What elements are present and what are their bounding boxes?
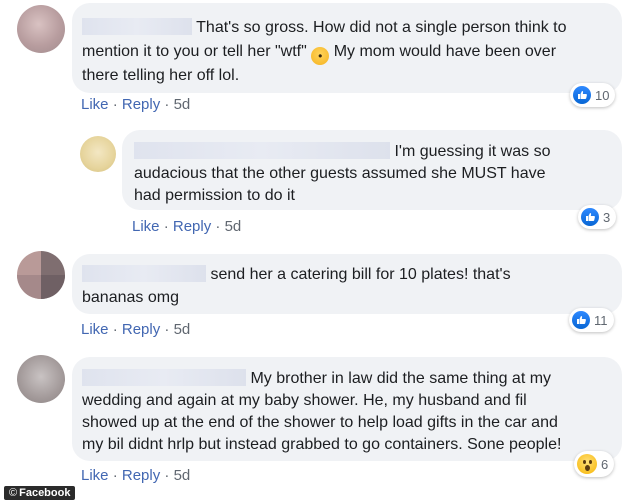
separator: · bbox=[112, 321, 118, 338]
reaction-count: 3 bbox=[603, 209, 611, 225]
timestamp-link[interactable]: 5d bbox=[174, 96, 191, 113]
reply-link[interactable]: Reply bbox=[122, 467, 160, 484]
timestamp-link[interactable]: 5d bbox=[225, 218, 242, 235]
like-icon bbox=[572, 311, 590, 329]
reaction-summary[interactable]: 6 bbox=[574, 451, 615, 477]
comment-text-line: had permission to do it bbox=[134, 187, 295, 204]
reply-link[interactable]: Reply bbox=[122, 96, 160, 113]
comment-actions: Like · Reply · 5d bbox=[81, 96, 190, 113]
separator: · bbox=[215, 218, 221, 235]
reply-link[interactable]: Reply bbox=[173, 218, 211, 235]
blurred-username[interactable] bbox=[82, 265, 206, 282]
comment-text-line: audacious that the other guests assumed … bbox=[134, 165, 546, 182]
like-link[interactable]: Like bbox=[81, 321, 109, 338]
comment-text-line: send her a catering bill for 10 plates! … bbox=[210, 266, 511, 283]
comment-actions: Like · Reply · 5d bbox=[132, 218, 241, 235]
like-link[interactable]: Like bbox=[81, 96, 109, 113]
commenter-avatar[interactable] bbox=[17, 5, 65, 53]
watermark-label: Facebook bbox=[19, 487, 71, 499]
comment-bubble: send her a catering bill for 10 plates! … bbox=[72, 254, 622, 314]
separator: · bbox=[164, 321, 170, 338]
comment-text-line: My brother in law did the same thing at … bbox=[250, 370, 552, 387]
comment-bubble: My brother in law did the same thing at … bbox=[72, 357, 622, 461]
separator: · bbox=[163, 218, 169, 235]
commenter-avatar[interactable] bbox=[80, 136, 116, 172]
timestamp-link[interactable]: 5d bbox=[174, 467, 191, 484]
separator: · bbox=[164, 96, 170, 113]
comment-text-line: My mom would have been over bbox=[333, 43, 557, 60]
blurred-username[interactable] bbox=[82, 18, 192, 35]
comment-bubble: I'm guessing it was so audacious that th… bbox=[122, 130, 622, 210]
timestamp-link[interactable]: 5d bbox=[174, 321, 191, 338]
like-link[interactable]: Like bbox=[132, 218, 160, 235]
reaction-summary[interactable]: 3 bbox=[578, 205, 617, 229]
comment-text-line: bananas omg bbox=[82, 289, 179, 306]
separator: · bbox=[112, 467, 118, 484]
blurred-username[interactable] bbox=[82, 369, 246, 386]
reaction-summary[interactable]: 10 bbox=[570, 83, 616, 107]
like-icon bbox=[581, 208, 599, 226]
comment-text-line: mention it to you or tell her "wtf" bbox=[82, 43, 307, 60]
comment-text-line: there telling her off lol. bbox=[82, 67, 240, 84]
comment-text-line: wedding and again at my baby shower. He,… bbox=[82, 392, 527, 409]
separator: · bbox=[112, 96, 118, 113]
commenter-avatar[interactable] bbox=[17, 355, 65, 403]
reaction-summary[interactable]: 11 bbox=[569, 308, 614, 332]
copyright-symbol: © bbox=[9, 487, 18, 499]
facebook-watermark: © Facebook bbox=[4, 486, 76, 500]
wow-icon bbox=[577, 454, 597, 474]
reaction-count: 11 bbox=[594, 312, 608, 328]
like-link[interactable]: Like bbox=[81, 467, 109, 484]
reaction-count: 10 bbox=[595, 87, 610, 103]
separator: · bbox=[164, 467, 170, 484]
comment-text-line: showed up at the end of the shower to he… bbox=[82, 414, 558, 431]
like-icon bbox=[573, 86, 591, 104]
comment-text-line: my bil didnt hrlp but instead grabbed to… bbox=[82, 436, 562, 453]
reply-link[interactable]: Reply bbox=[122, 321, 160, 338]
commenter-avatar[interactable] bbox=[17, 251, 65, 299]
comment-text-line: I'm guessing it was so bbox=[394, 143, 551, 160]
scream-emoji-icon: • bbox=[311, 47, 330, 65]
blurred-username[interactable] bbox=[134, 142, 390, 159]
reaction-count: 6 bbox=[601, 456, 609, 472]
comment-actions: Like · Reply · 5d bbox=[81, 321, 190, 338]
comment-bubble: That's so gross. How did not a single pe… bbox=[72, 3, 622, 93]
comment-text-line: That's so gross. How did not a single pe… bbox=[196, 19, 567, 36]
comment-actions: Like · Reply · 5d bbox=[81, 467, 190, 484]
